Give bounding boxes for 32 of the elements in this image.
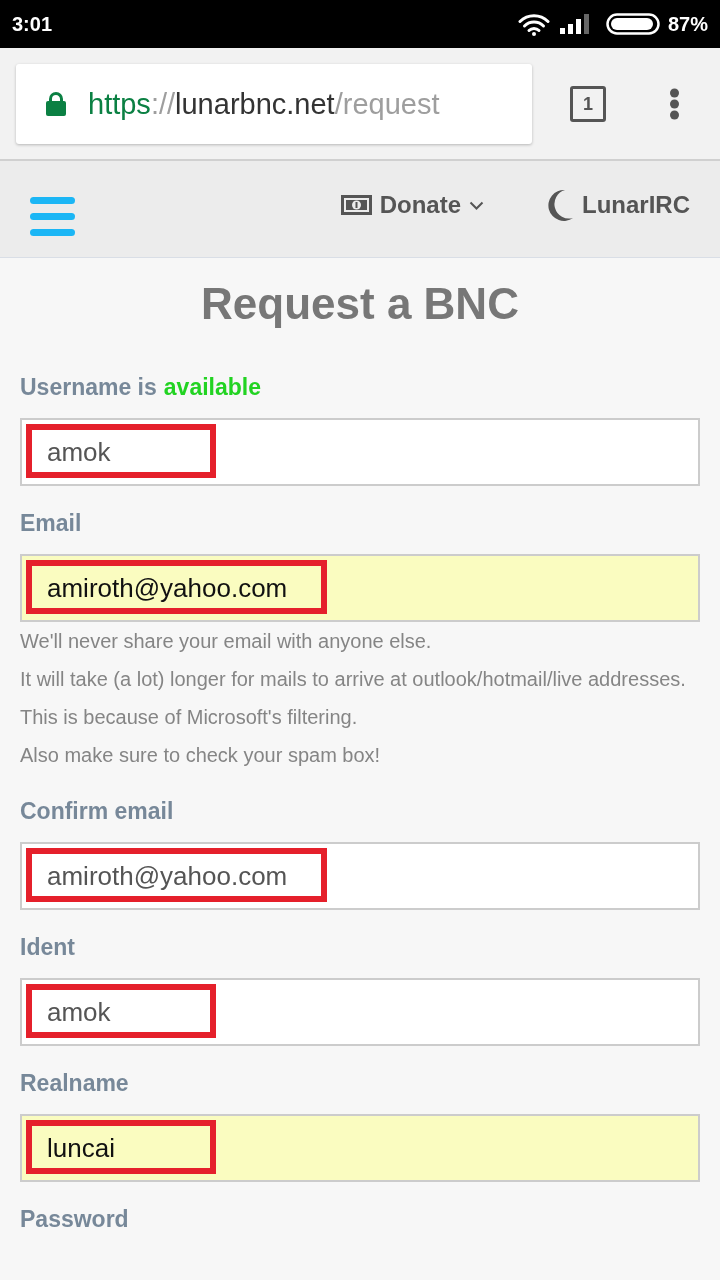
field-label: Password xyxy=(20,1205,129,1234)
lock-icon xyxy=(46,92,66,116)
field-label: Ident xyxy=(20,933,75,962)
help-text: It will take (a lot) longer for mails to arrive at outlook/hotmail/live addresses. xyxy=(20,667,687,692)
banknote-icon xyxy=(340,195,372,215)
help-text: Also make sure to check your spam box! xyxy=(20,743,382,768)
more-options-icon[interactable] xyxy=(669,88,680,120)
field-label: Email xyxy=(20,509,82,538)
field-label: Realname xyxy=(20,1069,129,1098)
battery-percentage: 87% xyxy=(667,12,708,36)
input-field[interactable]: amok xyxy=(20,418,700,486)
wifi-icon xyxy=(517,12,550,36)
donate-dropdown[interactable]: Donate xyxy=(340,189,484,221)
chevron-down-icon xyxy=(469,200,484,210)
moon-icon xyxy=(546,189,573,221)
availability-status: available xyxy=(163,373,261,402)
input-field[interactable]: luncai xyxy=(20,1114,700,1182)
field-label: Confirm email xyxy=(20,797,174,826)
page-title: Request a BNC xyxy=(200,278,520,330)
field-label: Username is xyxy=(20,373,157,402)
help-text: We'll never share your email with anyone else. xyxy=(20,629,433,654)
battery-icon xyxy=(605,13,660,35)
signal-icon xyxy=(559,14,592,34)
url-text: https://lunarbnc.net/request xyxy=(88,87,440,122)
address-bar[interactable]: https://lunarbnc.net/request xyxy=(16,64,532,144)
tab-switcher-button[interactable]: 1 xyxy=(570,86,606,122)
input-field[interactable]: amiroth@yahoo.com xyxy=(20,842,700,910)
input-field[interactable]: amok xyxy=(20,978,700,1046)
nav-link[interactable]: LunarIRC xyxy=(546,189,690,221)
input-field[interactable]: amiroth@yahoo.com xyxy=(20,554,700,622)
clock-time: 3:01 xyxy=(12,12,53,36)
help-text: This is because of Microsoft's filtering. xyxy=(20,705,359,730)
